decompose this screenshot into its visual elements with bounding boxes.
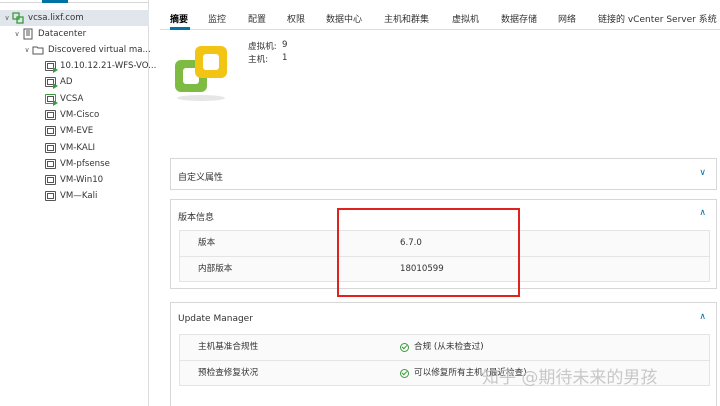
row-value: 合规 (从未检查过)	[400, 335, 484, 360]
compliance-status-text: 合规 (从未检查过)	[414, 342, 484, 352]
tree-node-label: Datacenter	[38, 29, 87, 39]
vcenter-logo-icon	[172, 40, 232, 102]
vm-icon	[45, 175, 56, 185]
tree-node-vm[interactable]: AD	[45, 74, 73, 90]
vm-icon	[45, 143, 56, 153]
tree-node-vm[interactable]: VM—Kali	[45, 188, 97, 204]
panel-title: 自定义属性	[178, 173, 224, 183]
check-circle-icon	[400, 369, 409, 378]
row-key: 内部版本	[198, 264, 233, 274]
host-count-value: 1	[282, 53, 288, 63]
active-tab-indicator	[170, 27, 190, 30]
tab-configure[interactable]: 配置	[248, 12, 266, 25]
tree-node-label: VCSA	[60, 94, 84, 104]
vcenter-icon	[12, 12, 25, 24]
tree-node-vm[interactable]: VM-Win10	[45, 172, 103, 188]
host-count-label: 主机:	[248, 55, 269, 65]
panel-title: Update Manager	[178, 314, 253, 324]
collapse-caret-icon[interactable]: ∨	[22, 42, 32, 58]
tree-node-label: VM-Win10	[60, 175, 104, 185]
tab-datastores[interactable]: 数据存储	[501, 12, 537, 25]
vm-powered-on-icon	[45, 77, 58, 89]
vm-count-value: 9	[282, 40, 288, 50]
row-key: 主机基准合规性	[198, 342, 259, 352]
check-circle-icon	[400, 343, 409, 352]
tree-node-label: VM—Kali	[60, 191, 98, 201]
tree-node-label: AD	[60, 77, 73, 87]
tree-node-vcenter[interactable]: ∨ vcsa.lixf.com	[0, 10, 149, 26]
vm-icon	[45, 191, 56, 201]
vm-powered-on-icon	[45, 94, 58, 106]
tab-networks[interactable]: 网络	[558, 12, 576, 25]
vm-powered-on-icon	[45, 61, 58, 73]
datacenter-icon	[22, 28, 35, 40]
tree-node-vm[interactable]: VM-EVE	[45, 123, 93, 139]
tree-node-vm[interactable]: VM-KALI	[45, 140, 95, 156]
tree-node-label: Discovered virtual ma...	[48, 45, 151, 55]
row-key: 预检查修复状况	[198, 368, 259, 378]
tab-linked-vcenter[interactable]: 链接的 vCenter Server 系统	[598, 12, 717, 25]
update-manager-panel: Update Manager ∧ 主机基准合规性 合规 (从未检查过) 预检查修…	[170, 302, 717, 406]
collapse-caret-icon[interactable]: ∨	[12, 26, 22, 42]
tree-node-vm[interactable]: 10.10.12.21-WFS-VO...	[45, 58, 156, 74]
tree-toolbar-strip	[0, 0, 149, 5]
tab-vms[interactable]: 虚拟机	[452, 12, 479, 25]
tree-node-label: 10.10.12.21-WFS-VO...	[60, 61, 157, 71]
vm-icon	[45, 110, 56, 120]
inventory-tree: ∨ vcsa.lixf.com ∨ Datacenter ∨ Discovere…	[0, 0, 156, 406]
chevron-up-icon[interactable]: ∧	[699, 208, 706, 218]
custom-attributes-panel[interactable]: 自定义属性 ∨	[170, 158, 717, 190]
table-row: 主机基准合规性 合规 (从未检查过)	[180, 335, 709, 360]
tree-node-vm[interactable]: VCSA	[45, 91, 83, 107]
tab-summary[interactable]: 摘要	[170, 12, 188, 25]
tree-node-datacenter[interactable]: ∨ Datacenter	[12, 26, 86, 42]
watermark-text: 知乎 @期待未来的男孩	[482, 368, 658, 388]
object-tabs: 摘要 监控 配置 权限 数据中心 主机和群集 虚拟机 数据存储 网络 链接的 v…	[160, 0, 720, 30]
chevron-down-icon[interactable]: ∨	[699, 168, 706, 178]
tab-datacenters[interactable]: 数据中心	[326, 12, 362, 25]
tab-monitor[interactable]: 监控	[208, 12, 226, 25]
tree-node-label: vcsa.lixf.com	[28, 13, 84, 23]
vm-icon	[45, 159, 56, 169]
tree-node-label: VM-Cisco	[60, 110, 100, 120]
tree-node-vm[interactable]: VM-pfsense	[45, 156, 110, 172]
vm-icon	[45, 126, 56, 136]
tree-node-label: VM-KALI	[60, 143, 96, 153]
folder-icon	[32, 44, 45, 56]
tree-active-tab-indicator[interactable]	[42, 0, 68, 3]
vm-count-label: 虚拟机:	[248, 42, 277, 52]
tree-node-label: VM-EVE	[60, 126, 94, 136]
annotation-highlight-box	[337, 208, 520, 297]
tab-hosts-clusters[interactable]: 主机和群集	[384, 12, 429, 25]
panel-title: 版本信息	[178, 213, 215, 223]
row-key: 版本	[198, 238, 216, 248]
chevron-up-icon[interactable]: ∧	[699, 312, 706, 322]
collapse-caret-icon[interactable]: ∨	[2, 10, 12, 26]
tab-permissions[interactable]: 权限	[287, 12, 305, 25]
tree-node-vm[interactable]: VM-Cisco	[45, 107, 99, 123]
tree-node-label: VM-pfsense	[60, 159, 110, 169]
tree-node-folder[interactable]: ∨ Discovered virtual ma...	[22, 42, 151, 58]
